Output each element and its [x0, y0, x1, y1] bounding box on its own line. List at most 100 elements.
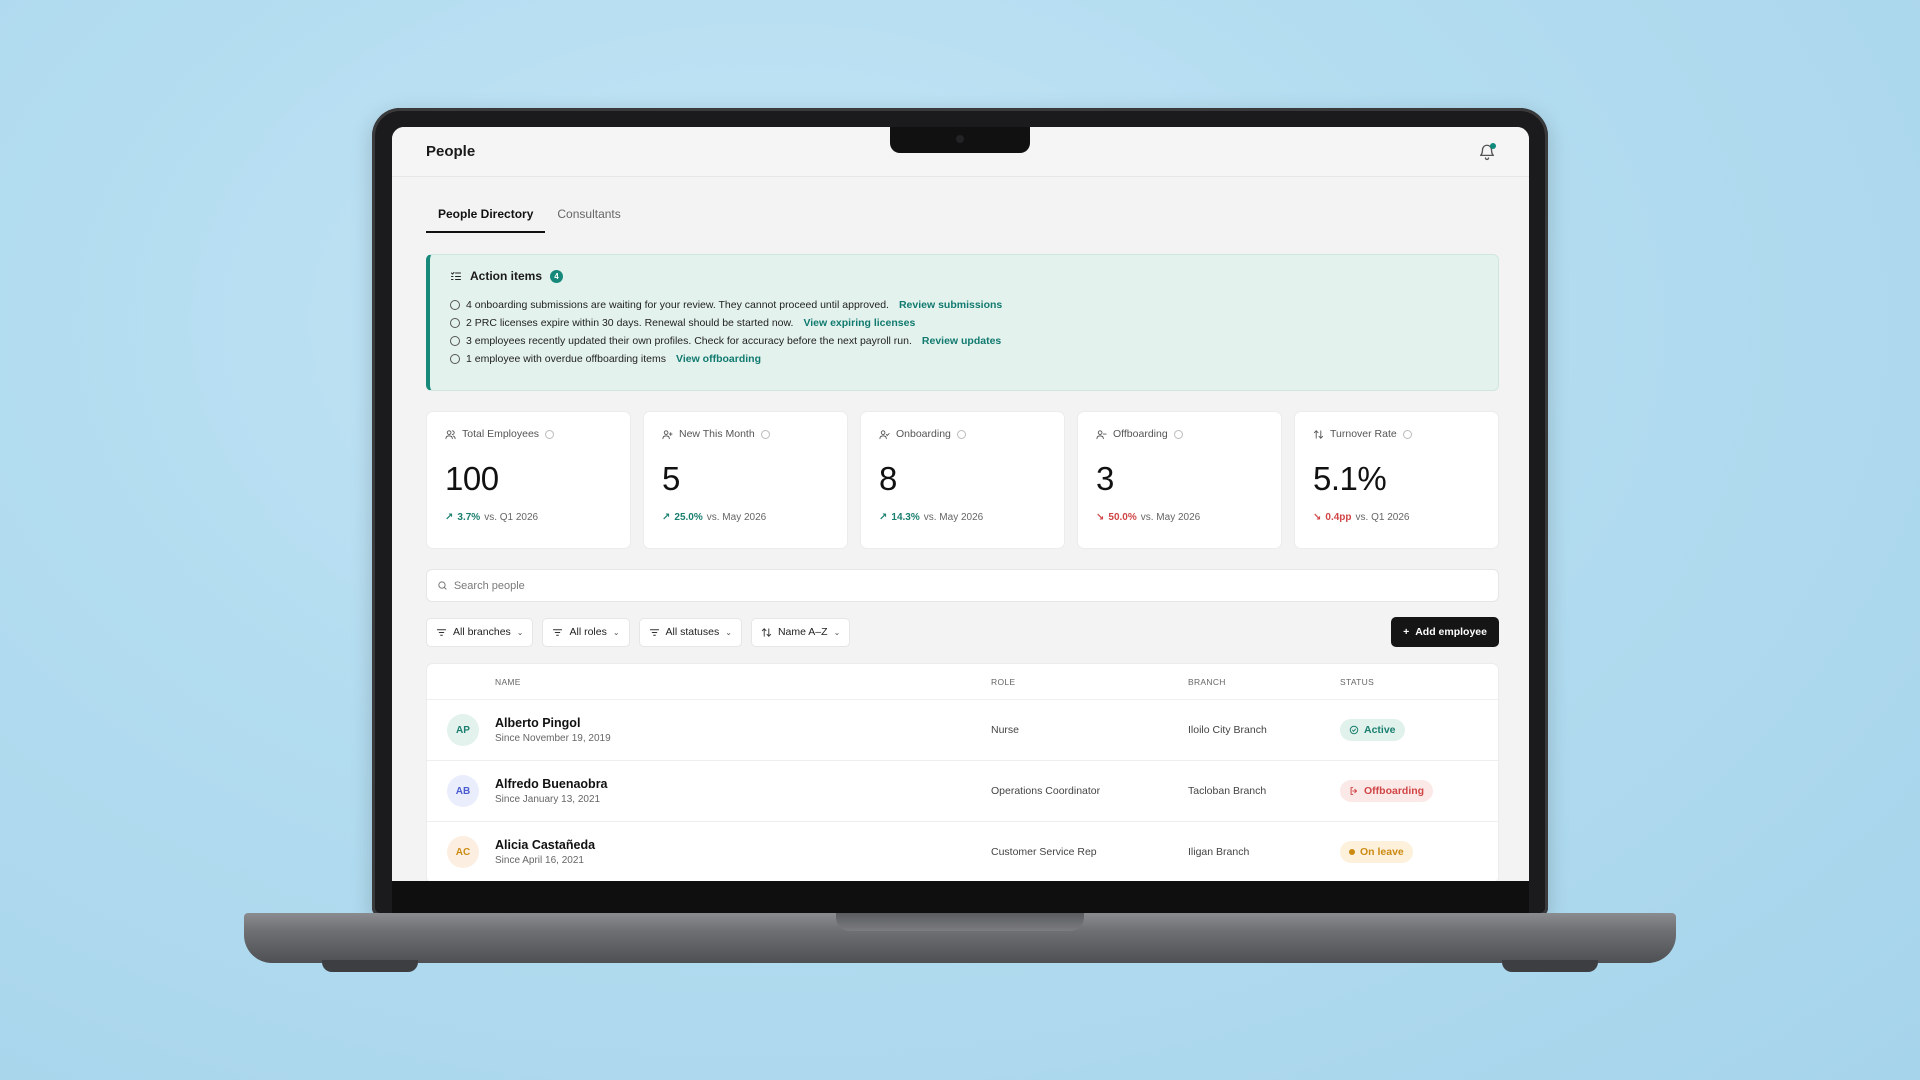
tab-consultants[interactable]: Consultants [545, 201, 632, 233]
search-icon [438, 581, 447, 590]
employee-since: Since November 19, 2019 [495, 733, 611, 744]
logout-icon [1350, 787, 1357, 795]
chevron-down-icon: ⌄ [516, 627, 524, 637]
role-filter-dropdown[interactable]: All roles ⌄ [542, 617, 630, 647]
trend-value: 25.0% [674, 512, 703, 523]
stat-trend: ↘ 0.4pp vs. Q1 2026 [1313, 512, 1480, 523]
action-item: 3 employees recently updated their own p… [450, 335, 1478, 347]
search-input[interactable] [453, 579, 1488, 592]
branch-column-header[interactable]: BRANCH [1188, 677, 1340, 687]
employee-table: NAME ROLE BRANCH STATUS AP Alberto Pingo… [426, 663, 1499, 881]
user-minus-icon [1096, 429, 1107, 439]
trend-value: 0.4pp [1325, 512, 1352, 523]
view-offboarding-link[interactable]: View offboarding [676, 353, 761, 365]
name-column-header[interactable]: NAME [495, 677, 991, 687]
employee-branch: Tacloban Branch [1188, 785, 1267, 797]
camera-notch [890, 127, 1030, 153]
stat-header: Turnover Rate [1313, 428, 1480, 440]
table-header: NAME ROLE BRANCH STATUS [427, 664, 1498, 700]
add-employee-button[interactable]: + Add employee [1391, 617, 1499, 647]
screen-bottom-bezel [392, 881, 1529, 913]
action-item-text: 4 onboarding submissions are waiting for… [466, 299, 889, 311]
sort-dropdown[interactable]: Name A–Z ⌄ [750, 617, 851, 647]
status-badge: Active [1340, 719, 1405, 741]
table-row[interactable]: AB Alfredo Buenaobra Since January 13, 2… [427, 761, 1498, 822]
trend-compare: vs. May 2026 [1140, 512, 1201, 523]
action-items-header: Action items 4 [450, 269, 1478, 283]
action-item: 1 employee with overdue offboarding item… [450, 353, 1478, 365]
avatar-cell: AC [427, 836, 495, 868]
tab-bar: People Directory Consultants [426, 201, 1499, 234]
trend-up-icon: ↗ [445, 512, 454, 523]
info-icon[interactable] [1173, 429, 1183, 439]
review-submissions-link[interactable]: Review submissions [899, 299, 1002, 311]
swap-icon [1313, 429, 1324, 439]
filter-icon [553, 628, 563, 636]
review-updates-link[interactable]: Review updates [922, 335, 1001, 347]
branch-filter-dropdown[interactable]: All branches ⌄ [426, 617, 534, 647]
status-badge: Offboarding [1340, 780, 1434, 802]
status-badge: On leave [1340, 841, 1413, 863]
laptop-foot-right [1502, 960, 1598, 972]
laptop-screen: People People Directory Consultants Acti… [392, 127, 1529, 881]
chevron-down-icon: ⌄ [725, 627, 732, 637]
trend-value: 14.3% [891, 512, 920, 523]
action-item-text: 2 PRC licenses expire within 30 days. Re… [466, 317, 794, 329]
info-icon[interactable] [545, 429, 555, 439]
employee-branch: Iloilo City Branch [1188, 724, 1267, 736]
view-expiring-licenses-link[interactable]: View expiring licenses [803, 317, 915, 329]
stat-value: 3 [1096, 460, 1114, 497]
stat-card-turnover-rate: Turnover Rate 5.1% ↘ 0.4pp vs. Q1 2026 [1294, 411, 1499, 549]
status-filter-label: All statuses [665, 626, 720, 638]
stats-row: Total Employees 100 ↗ 3.7% vs. Q1 2026 N… [426, 411, 1499, 549]
users-icon [445, 429, 456, 439]
notification-bell[interactable] [1478, 142, 1496, 161]
avatar: AP [447, 714, 479, 746]
table-row[interactable]: AC Alicia Castañeda Since April 16, 2021… [427, 822, 1498, 881]
info-icon[interactable] [760, 429, 770, 439]
checklist-icon [451, 272, 461, 280]
trend-up-icon: ↗ [879, 512, 888, 523]
stat-card-new-this-month: New This Month 5 ↗ 25.0% vs. May 2026 [643, 411, 848, 549]
action-items-panel: Action items 4 4 onboarding submissions … [426, 254, 1499, 391]
employee-name[interactable]: Alfredo Buenaobra [495, 777, 991, 791]
filter-bar: All branches ⌄ All roles ⌄ All statuses … [426, 617, 1499, 647]
employee-branch: Iligan Branch [1188, 846, 1250, 858]
trend-down-icon: ↘ [1096, 512, 1105, 523]
user-plus-icon [662, 429, 673, 439]
trend-compare: vs. Q1 2026 [484, 512, 539, 523]
stat-card-onboarding: Onboarding 8 ↗ 14.3% vs. May 2026 [860, 411, 1065, 549]
info-icon[interactable] [956, 429, 966, 439]
stat-label: Onboarding [896, 428, 951, 440]
stat-card-offboarding: Offboarding 3 ↘ 50.0% vs. May 2026 [1077, 411, 1282, 549]
stat-value: 5.1% [1313, 460, 1387, 497]
action-item-checkbox[interactable] [450, 300, 460, 310]
status-column-header[interactable]: STATUS [1340, 677, 1498, 687]
branch-filter-label: All branches [453, 626, 511, 638]
stat-header: Offboarding [1096, 428, 1263, 440]
action-item-text: 3 employees recently updated their own p… [466, 335, 912, 347]
filter-icon [436, 628, 447, 636]
employee-name[interactable]: Alberto Pingol [495, 716, 991, 730]
action-item-checkbox[interactable] [450, 318, 460, 328]
trend-compare: vs. May 2026 [923, 512, 984, 523]
table-row[interactable]: AP Alberto Pingol Since November 19, 201… [427, 700, 1498, 761]
stat-label: Turnover Rate [1330, 428, 1397, 440]
stat-value: 100 [445, 460, 499, 497]
info-icon[interactable] [1402, 429, 1412, 439]
role-filter-label: All roles [569, 626, 607, 638]
action-item-checkbox[interactable] [450, 354, 460, 364]
employee-name[interactable]: Alicia Castañeda [495, 838, 991, 852]
action-item: 4 onboarding submissions are waiting for… [450, 299, 1478, 311]
status-filter-dropdown[interactable]: All statuses ⌄ [638, 617, 742, 647]
laptop-hinge-groove [836, 913, 1084, 931]
status-cell: Offboarding [1340, 780, 1498, 802]
action-item-checkbox[interactable] [450, 336, 460, 346]
stat-trend: ↗ 25.0% vs. May 2026 [662, 512, 829, 523]
status-dot-icon [1349, 849, 1355, 855]
sort-label: Name A–Z [777, 626, 828, 638]
role-column-header[interactable]: ROLE [991, 677, 1188, 687]
status-label: Active [1364, 724, 1396, 736]
stat-header: Onboarding [879, 428, 1046, 440]
tab-people-directory[interactable]: People Directory [426, 201, 546, 233]
